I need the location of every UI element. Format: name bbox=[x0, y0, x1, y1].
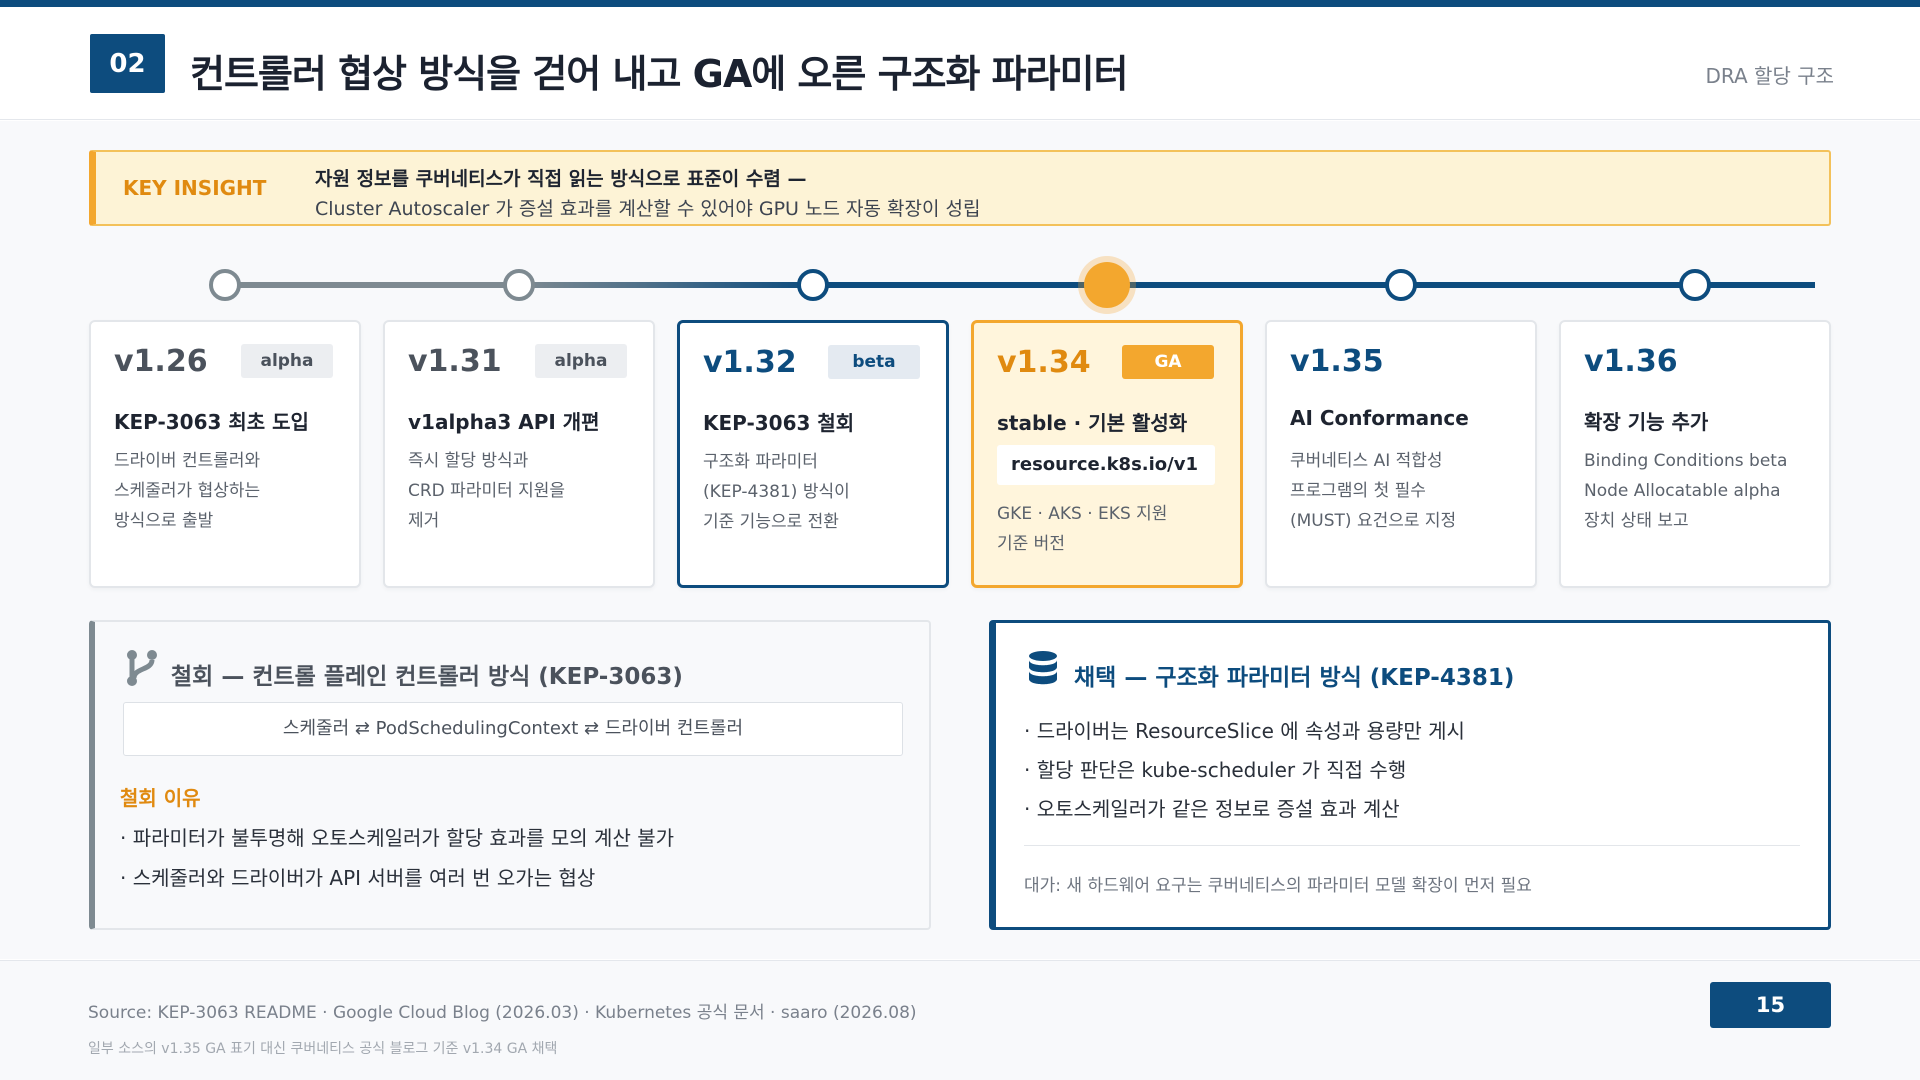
approach-item: · 드라이버는 ResourceSlice 에 속성과 용량만 게시 bbox=[1024, 719, 1465, 743]
approach-item: · 할당 판단은 kube-scheduler 가 직접 수행 bbox=[1024, 758, 1407, 782]
footnote: 일부 소스의 v1.35 GA 표기 대신 쿠버네티스 공식 블로그 기준 v1… bbox=[88, 1041, 558, 1057]
stage-badge: alpha bbox=[535, 344, 627, 378]
timeline-segment bbox=[519, 282, 813, 288]
timeline-node-v1-26 bbox=[209, 269, 241, 301]
adopted-approach-panel: 채택 — 구조화 파라미터 방식 (KEP-4381) · 드라이버는 Reso… bbox=[989, 620, 1831, 930]
card-description: 즉시 할당 방식과 CRD 파라미터 지원을 제거 bbox=[408, 446, 640, 536]
timeline-node-v1-31 bbox=[503, 269, 535, 301]
version-card-v1-32: v1.32 beta KEP-3063 철회 구조화 파라미터 (KEP-438… bbox=[677, 320, 949, 588]
version-card-v1-34: v1.34 GA stable · 기본 활성화 resource.k8s.io… bbox=[971, 320, 1243, 588]
card-title: KEP-3063 철회 bbox=[703, 411, 855, 435]
card-title: v1alpha3 API 개편 bbox=[408, 410, 600, 434]
card-version: v1.26 bbox=[114, 344, 208, 379]
card-description: 구조화 파라미터 (KEP-4381) 방식이 기준 기능으로 전환 bbox=[703, 447, 935, 537]
card-version: v1.32 bbox=[703, 345, 797, 380]
stage-badge: beta bbox=[828, 345, 920, 379]
card-line: 즉시 할당 방식과 bbox=[408, 451, 529, 471]
card-line: 기준 버전 bbox=[997, 534, 1065, 554]
card-title: 확장 기능 추가 bbox=[1584, 410, 1709, 434]
card-line: 제거 bbox=[408, 511, 440, 531]
source-citation: Source: KEP-3063 README · Google Cloud B… bbox=[88, 1003, 917, 1023]
card-description: Binding Conditions beta Node Allocatable… bbox=[1584, 446, 1816, 536]
insight-label: KEY INSIGHT bbox=[123, 176, 267, 200]
insight-body: Cluster Autoscaler 가 증설 효과를 계산할 수 있어야 GP… bbox=[315, 198, 981, 220]
withdrawn-approach-panel: 철회 — 컨트롤 플레인 컨트롤러 방식 (KEP-3063) 스케줄러 ⇄ P… bbox=[89, 620, 931, 930]
panel-title: 채택 — 구조화 파라미터 방식 (KEP-4381) bbox=[1074, 665, 1515, 691]
timeline-segment bbox=[225, 282, 519, 288]
section-tag: DRA 할당 구조 bbox=[1705, 64, 1834, 88]
api-group-chip: resource.k8s.io/v1 bbox=[997, 445, 1215, 485]
reason-item: · 파라미터가 불투명해 오토스케일러가 할당 효과를 모의 계산 불가 bbox=[120, 826, 675, 850]
reason-item: · 스케줄러와 드라이버가 API 서버를 여러 번 오가는 협상 bbox=[120, 866, 596, 890]
card-line: Node Allocatable alpha bbox=[1584, 481, 1781, 501]
card-title: AI Conformance bbox=[1290, 406, 1469, 430]
card-version: v1.36 bbox=[1584, 344, 1678, 379]
page-title: 컨트롤러 협상 방식을 걷어 내고 GA에 오른 구조화 파라미터 bbox=[190, 52, 1129, 96]
key-insight-box: KEY INSIGHT 자원 정보를 쿠버네티스가 직접 읽는 방식으로 표준이… bbox=[89, 150, 1831, 226]
version-card-v1-26: v1.26 alpha KEP-3063 최초 도입 드라이버 컨트롤러와 스케… bbox=[89, 320, 361, 588]
negotiation-flow: 스케줄러 ⇄ PodSchedulingContext ⇄ 드라이버 컨트롤러 bbox=[123, 702, 903, 756]
insight-title: 자원 정보를 쿠버네티스가 직접 읽는 방식으로 표준이 수렴 — bbox=[315, 168, 807, 190]
card-title: KEP-3063 최초 도입 bbox=[114, 410, 309, 434]
card-line: (MUST) 요건으로 지정 bbox=[1290, 511, 1457, 531]
timeline-segment bbox=[813, 282, 1815, 288]
card-title: stable · 기본 활성화 bbox=[997, 411, 1188, 435]
card-description: 쿠버네티스 AI 적합성 프로그램의 첫 필수 (MUST) 요건으로 지정 bbox=[1290, 446, 1522, 536]
stage-badge: GA bbox=[1122, 345, 1214, 379]
card-description: GKE · AKS · EKS 지원 기준 버전 bbox=[997, 499, 1229, 559]
version-timeline bbox=[0, 255, 1920, 315]
timeline-node-v1-32 bbox=[797, 269, 829, 301]
card-line: 장치 상태 보고 bbox=[1584, 511, 1689, 531]
card-line: 방식으로 출발 bbox=[114, 511, 214, 531]
card-line: (KEP-4381) 방식이 bbox=[703, 482, 850, 502]
card-line: 쿠버네티스 AI 적합성 bbox=[1290, 451, 1443, 471]
version-card-v1-35: v1.35 AI Conformance 쿠버네티스 AI 적합성 프로그램의 … bbox=[1265, 320, 1537, 588]
timeline-node-v1-34 bbox=[1084, 262, 1130, 308]
card-description: 드라이버 컨트롤러와 스케줄러가 협상하는 방식으로 출발 bbox=[114, 446, 346, 536]
branch-icon bbox=[127, 650, 157, 686]
card-line: 드라이버 컨트롤러와 bbox=[114, 451, 261, 471]
approach-item: · 오토스케일러가 같은 정보로 증설 효과 계산 bbox=[1024, 797, 1400, 821]
card-version: v1.31 bbox=[408, 344, 502, 379]
slide-header: 02 컨트롤러 협상 방식을 걷어 내고 GA에 오른 구조화 파라미터 DRA… bbox=[0, 7, 1920, 120]
page-number: 15 bbox=[1710, 982, 1831, 1028]
card-line: 구조화 파라미터 bbox=[703, 452, 818, 472]
card-line: 프로그램의 첫 필수 bbox=[1290, 481, 1426, 501]
card-version: v1.35 bbox=[1290, 344, 1384, 379]
card-line: 기준 기능으로 전환 bbox=[703, 512, 839, 532]
top-accent-bar bbox=[0, 0, 1920, 7]
section-number-badge: 02 bbox=[90, 34, 165, 93]
card-version: v1.34 bbox=[997, 345, 1091, 380]
card-line: 스케줄러가 협상하는 bbox=[114, 481, 261, 501]
version-card-v1-31: v1.31 alpha v1alpha3 API 개편 즉시 할당 방식과 CR… bbox=[383, 320, 655, 588]
database-icon bbox=[1029, 651, 1057, 685]
stage-badge: alpha bbox=[241, 344, 333, 378]
panel-divider bbox=[1024, 845, 1800, 846]
panel-title: 철회 — 컨트롤 플레인 컨트롤러 방식 (KEP-3063) bbox=[171, 664, 683, 690]
tradeoff-note: 대가: 새 하드웨어 요구는 쿠버네티스의 파라미터 모델 확장이 먼저 필요 bbox=[1024, 876, 1532, 896]
card-line: GKE · AKS · EKS 지원 bbox=[997, 504, 1168, 524]
card-line: CRD 파라미터 지원을 bbox=[408, 481, 566, 501]
reason-label: 철회 이유 bbox=[120, 786, 201, 810]
version-card-v1-36: v1.36 확장 기능 추가 Binding Conditions beta N… bbox=[1559, 320, 1831, 588]
card-line: Binding Conditions beta bbox=[1584, 451, 1788, 471]
timeline-node-v1-36 bbox=[1679, 269, 1711, 301]
timeline-node-v1-35 bbox=[1385, 269, 1417, 301]
